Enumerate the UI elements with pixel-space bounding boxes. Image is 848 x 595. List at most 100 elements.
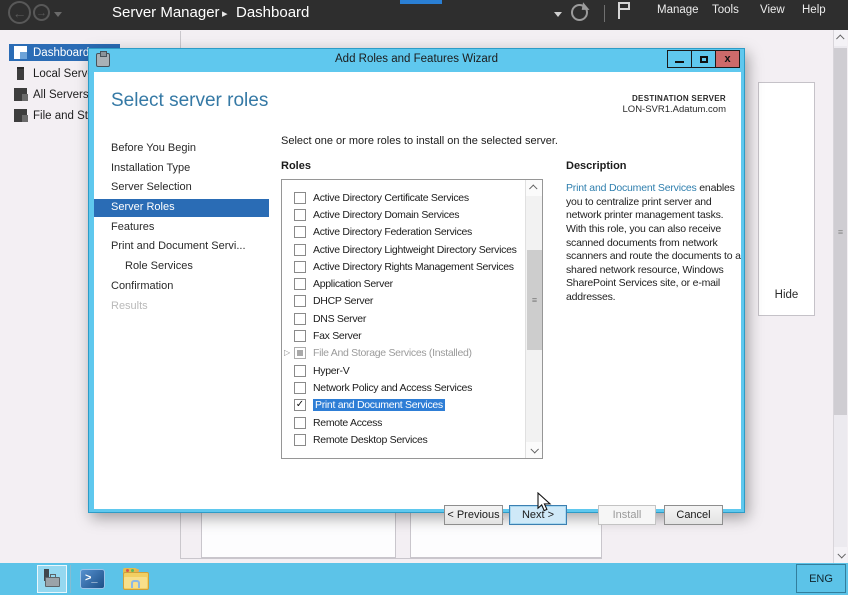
role-item[interactable]: Active Directory Federation Services <box>282 224 525 241</box>
notifications-flag-icon[interactable] <box>620 2 630 10</box>
scroll-down-icon[interactable] <box>834 547 847 563</box>
taskbar: >_ ENG <box>0 563 848 595</box>
role-item[interactable]: Network Policy and Access Services <box>282 379 525 396</box>
menu-manage[interactable]: Manage <box>657 4 699 16</box>
back-button[interactable]: ← <box>8 1 31 24</box>
checkbox-unchecked-icon[interactable] <box>294 330 306 342</box>
forward-button[interactable]: → <box>33 4 50 21</box>
checkbox-unchecked-icon[interactable] <box>294 365 306 377</box>
cancel-button[interactable]: Cancel <box>664 505 723 525</box>
install-button[interactable]: Install <box>598 505 656 525</box>
file-explorer-icon[interactable] <box>123 568 149 590</box>
checkbox-unchecked-icon[interactable] <box>294 417 306 429</box>
close-button[interactable]: x <box>715 50 740 68</box>
server-icon <box>17 67 24 80</box>
role-item[interactable]: Active Directory Rights Management Servi… <box>282 258 525 275</box>
sidebar-item-label: All Servers <box>33 89 89 101</box>
checkbox-unchecked-icon[interactable] <box>294 382 306 394</box>
checkbox-unchecked-icon[interactable] <box>294 278 306 290</box>
mouse-cursor <box>537 492 553 513</box>
window-scrollbar[interactable]: ≡ <box>833 30 847 563</box>
dashboard-tile-bottom-border <box>180 558 602 559</box>
back-arrow-icon: ← <box>13 5 27 21</box>
wizard-body: Select server roles DESTINATION SERVER L… <box>94 72 741 509</box>
step-server-roles[interactable]: Server Roles <box>94 199 269 217</box>
description-text: enables you to centralize print server a… <box>566 182 741 303</box>
roles-label: Roles <box>281 160 311 172</box>
breadcrumb-page: Dashboard <box>236 4 309 21</box>
checkbox-checked-icon[interactable]: ✓ <box>294 399 306 411</box>
add-roles-features-wizard: Add Roles and Features Wizard x Select s… <box>88 48 745 513</box>
role-item[interactable]: Active Directory Lightweight Directory S… <box>282 241 525 258</box>
wizard-steps-nav: Before You Begin Installation Type Serve… <box>94 140 269 317</box>
server-manager-taskbar-button[interactable] <box>37 565 67 593</box>
previous-button[interactable]: < Previous <box>444 505 503 525</box>
checkbox-unchecked-icon[interactable] <box>294 313 306 325</box>
wizard-titlebar[interactable]: Add Roles and Features Wizard x <box>89 49 744 72</box>
role-item[interactable]: Active Directory Domain Services <box>282 206 525 223</box>
maximize-button[interactable] <box>691 50 716 68</box>
role-item[interactable]: Remote Desktop Services <box>282 431 525 448</box>
description-role-link[interactable]: Print and Document Services <box>566 182 697 194</box>
description-label: Description <box>566 160 627 172</box>
minimize-button[interactable] <box>667 50 692 68</box>
taskbar-divider <box>70 565 71 593</box>
scroll-down-icon[interactable] <box>526 442 542 458</box>
minimize-icon <box>675 61 684 63</box>
checkbox-unchecked-icon[interactable] <box>294 261 306 273</box>
destination-server-name: LON-SVR1.Adatum.com <box>623 104 726 115</box>
role-item-installed[interactable]: ▷ File And Storage Services (Installed) <box>282 345 525 362</box>
screen: ← → Server Manager ▸ Dashboard Manage To… <box>0 0 848 595</box>
roles-listbox: Active Directory Certificate Services Ac… <box>281 179 543 459</box>
breadcrumb-app: Server Manager <box>112 4 220 21</box>
step-features[interactable]: Features <box>94 219 269 237</box>
menu-view[interactable]: View <box>760 4 785 16</box>
menu-tools[interactable]: Tools <box>712 4 739 16</box>
dashboard-grid-icon <box>14 46 27 59</box>
checkbox-partial-icon[interactable] <box>294 347 306 359</box>
role-description: Print and Document Services enables you … <box>566 182 746 305</box>
role-item[interactable]: Hyper-V <box>282 362 525 379</box>
refresh-dropdown-icon[interactable] <box>554 12 562 17</box>
role-item[interactable]: DNS Server <box>282 310 525 327</box>
checkbox-unchecked-icon[interactable] <box>294 244 306 256</box>
notification-panel: Hide <box>758 82 815 316</box>
language-indicator[interactable]: ENG <box>796 564 846 593</box>
role-item[interactable]: DHCP Server <box>282 293 525 310</box>
step-installation-type[interactable]: Installation Type <box>94 160 269 178</box>
gripper-icon: ≡ <box>838 227 843 237</box>
topbar-divider <box>604 5 605 22</box>
file-storage-icon <box>14 109 27 122</box>
nav-dropdown-icon[interactable] <box>54 12 62 17</box>
step-before-you-begin[interactable]: Before You Begin <box>94 140 269 158</box>
checkbox-unchecked-icon[interactable] <box>294 192 306 204</box>
scroll-up-icon[interactable] <box>526 180 542 196</box>
checkbox-unchecked-icon[interactable] <box>294 434 306 446</box>
step-results: Results <box>94 298 269 316</box>
servers-icon <box>14 88 27 101</box>
step-print-document-services[interactable]: Print and Document Servi... <box>94 238 269 256</box>
step-role-services[interactable]: Role Services <box>94 258 269 276</box>
step-server-selection[interactable]: Server Selection <box>94 179 269 197</box>
role-item[interactable]: Remote Access <box>282 414 525 431</box>
scroll-up-icon[interactable] <box>834 30 847 46</box>
role-item-selected[interactable]: ✓ Print and Document Services <box>282 397 525 414</box>
role-item[interactable]: Fax Server <box>282 327 525 344</box>
expander-icon[interactable]: ▷ <box>284 348 290 357</box>
hide-button[interactable]: Hide <box>759 289 814 301</box>
menu-help[interactable]: Help <box>802 4 826 16</box>
server-manager-topbar: ← → Server Manager ▸ Dashboard Manage To… <box>0 0 848 30</box>
checkbox-unchecked-icon[interactable] <box>294 226 306 238</box>
role-item[interactable]: Application Server <box>282 275 525 292</box>
powershell-icon[interactable]: >_ <box>80 569 105 589</box>
sidebar-item-label: Dashboard <box>33 47 89 59</box>
checkbox-unchecked-icon[interactable] <box>294 295 306 307</box>
checkbox-unchecked-icon[interactable] <box>294 209 306 221</box>
roles-scrollbar[interactable]: ≡ <box>525 180 542 458</box>
scrollbar-thumb[interactable]: ≡ <box>527 250 542 350</box>
scrollbar-thumb[interactable]: ≡ <box>834 48 847 415</box>
refresh-icon[interactable] <box>571 4 588 21</box>
step-confirmation[interactable]: Confirmation <box>94 278 269 296</box>
destination-server-label: DESTINATION SERVER <box>632 94 726 103</box>
role-item[interactable]: Active Directory Certificate Services <box>282 189 525 206</box>
